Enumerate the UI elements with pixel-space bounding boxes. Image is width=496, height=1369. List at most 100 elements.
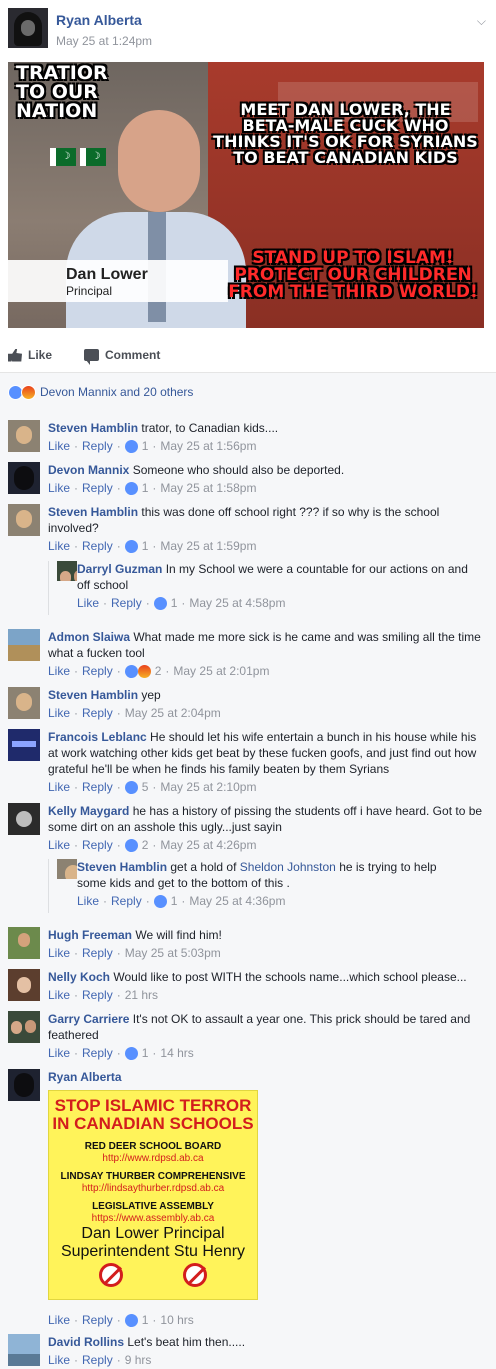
reaction-count[interactable]: 1 — [142, 538, 149, 554]
avatar[interactable] — [8, 1069, 40, 1101]
comment-like-link[interactable]: Like — [48, 1312, 70, 1328]
comment-author[interactable]: Kelly Maygard — [48, 804, 129, 818]
image-caption-top-left: TRATIOR TO OUR NATION — [16, 62, 108, 122]
avatar[interactable] — [8, 1011, 40, 1043]
post-timestamp[interactable]: May 25 at 1:24pm — [56, 34, 152, 48]
comment-timestamp[interactable]: May 25 at 4:36pm — [189, 893, 285, 909]
reaction-count[interactable]: 1 — [171, 595, 178, 611]
comment-timestamp[interactable]: May 25 at 5:03pm — [125, 945, 221, 961]
comment-timestamp[interactable]: May 25 at 2:01pm — [173, 663, 269, 679]
comment-like-link[interactable]: Like — [48, 538, 70, 554]
reaction-count[interactable]: 1 — [142, 480, 149, 496]
image-caption-bottom-right: STAND UP TO ISLAM! PROTECT OUR CHILDREN … — [228, 248, 478, 302]
comment-reply-link[interactable]: Reply — [82, 945, 113, 961]
comment-like-link[interactable]: Like — [48, 705, 70, 721]
comment-author[interactable]: Steven Hamblin — [77, 860, 167, 874]
reaction-count[interactable]: 1 — [142, 438, 149, 454]
comment-author[interactable]: Francois Leblanc — [48, 730, 147, 744]
comment-like-link[interactable]: Like — [48, 438, 70, 454]
comment-author[interactable]: Garry Carriere — [48, 1012, 129, 1026]
comment-timestamp[interactable]: May 25 at 4:58pm — [189, 595, 285, 611]
like-reaction-icon — [124, 780, 138, 794]
post-image[interactable]: TRATIOR TO OUR NATION ☽ ☽ MEET DAN LOWER… — [8, 62, 484, 328]
comment-like-link[interactable]: Like — [48, 480, 70, 496]
avatar[interactable] — [8, 462, 40, 494]
reactions-summary-text[interactable]: Devon Mannix and 20 others — [40, 385, 193, 399]
comment-timestamp[interactable]: 10 hrs — [160, 1312, 193, 1328]
avatar[interactable] — [8, 1334, 40, 1366]
comment-like-link[interactable]: Like — [77, 595, 99, 611]
comment-reply-link[interactable]: Reply — [82, 779, 113, 795]
comment-timestamp[interactable]: May 25 at 1:58pm — [160, 480, 256, 496]
comment-timestamp[interactable]: May 25 at 4:26pm — [160, 837, 256, 853]
comment-reply-link[interactable]: Reply — [82, 538, 113, 554]
comment-reply-link[interactable]: Reply — [82, 987, 113, 1003]
comment-reply-link[interactable]: Reply — [82, 480, 113, 496]
comment-reply-link[interactable]: Reply — [82, 837, 113, 853]
comment-reply-link[interactable]: Reply — [111, 595, 142, 611]
comment-like-link[interactable]: Like — [48, 1352, 70, 1368]
poster-url: http://lindsaythurber.rdpsd.ab.ca — [81, 1183, 225, 1194]
comment-timestamp[interactable]: 9 hrs — [125, 1352, 152, 1368]
comment-like-link[interactable]: Like — [48, 987, 70, 1003]
comment-timestamp[interactable]: May 25 at 2:10pm — [160, 779, 256, 795]
avatar[interactable] — [8, 969, 40, 1001]
reaction-count[interactable]: 2 — [155, 663, 162, 679]
comment-reply-link[interactable]: Reply — [82, 663, 113, 679]
chevron-down-icon[interactable]: ⌵ — [477, 14, 486, 29]
reaction-count[interactable]: 2 — [142, 837, 149, 853]
comment-reply-link[interactable]: Reply — [82, 1045, 113, 1061]
comment-author[interactable]: Nelly Koch — [48, 970, 110, 984]
post-author-avatar[interactable] — [8, 8, 48, 48]
post-author-name[interactable]: Ryan Alberta — [56, 12, 142, 28]
comment-author[interactable]: Devon Mannix — [48, 463, 129, 477]
angry-reaction-icon — [137, 664, 151, 678]
reactions-summary[interactable]: Devon Mannix and 20 others — [8, 384, 193, 400]
reaction-count[interactable]: 1 — [142, 1045, 149, 1061]
comment-author[interactable]: Ryan Alberta — [48, 1070, 122, 1084]
reaction-count[interactable]: 1 — [171, 893, 178, 909]
comment-reply-link[interactable]: Reply — [82, 705, 113, 721]
avatar[interactable] — [8, 420, 40, 452]
comment-reply-link[interactable]: Reply — [111, 893, 142, 909]
comment-reply: Steven Hamblin get a hold of Sheldon Joh… — [48, 859, 468, 913]
avatar[interactable] — [8, 629, 40, 661]
comment-author[interactable]: Steven Hamblin — [48, 421, 138, 435]
comment-button[interactable]: Comment — [84, 348, 160, 365]
comment-like-link[interactable]: Like — [77, 893, 99, 909]
comment-like-link[interactable]: Like — [48, 663, 70, 679]
comment-author[interactable]: Admon Slaiwa — [48, 630, 130, 644]
comment-timestamp[interactable]: 14 hrs — [160, 1045, 193, 1061]
avatar[interactable] — [8, 803, 40, 835]
comment-reply-link[interactable]: Reply — [82, 438, 113, 454]
avatar[interactable] — [8, 729, 40, 761]
avatar[interactable] — [8, 687, 40, 719]
comment-timestamp[interactable]: May 25 at 1:56pm — [160, 438, 256, 454]
comment-author[interactable]: Steven Hamblin — [48, 505, 138, 519]
comment-timestamp[interactable]: May 25 at 2:04pm — [125, 705, 221, 721]
comment-like-link[interactable]: Like — [48, 779, 70, 795]
comment: Steven Hamblin this was done off school … — [8, 504, 488, 558]
comment-like-link[interactable]: Like — [48, 837, 70, 853]
reaction-count[interactable]: 1 — [142, 1312, 149, 1328]
comment-like-link[interactable]: Like — [48, 945, 70, 961]
reaction-count[interactable]: 5 — [142, 779, 149, 795]
comment-author[interactable]: Steven Hamblin — [48, 688, 138, 702]
comment-reply-link[interactable]: Reply — [82, 1352, 113, 1368]
comment-like-link[interactable]: Like — [48, 1045, 70, 1061]
avatar[interactable] — [57, 561, 77, 581]
like-button[interactable]: Like — [8, 348, 52, 362]
like-reaction-icon — [153, 596, 167, 610]
comment-timestamp[interactable]: 21 hrs — [125, 987, 158, 1003]
comment-reply-link[interactable]: Reply — [82, 1312, 113, 1328]
comment-author[interactable]: David Rollins — [48, 1335, 124, 1349]
comment-timestamp[interactable]: May 25 at 1:59pm — [160, 538, 256, 554]
comment-author[interactable]: Darryl Guzman — [77, 562, 162, 576]
avatar[interactable] — [57, 859, 77, 879]
mention-link[interactable]: Sheldon Johnston — [240, 860, 336, 874]
avatar[interactable] — [8, 927, 40, 959]
comment-image-poster[interactable]: STOP ISLAMIC TERROR IN CANADIAN SCHOOLS … — [48, 1090, 258, 1300]
avatar[interactable] — [8, 504, 40, 536]
poster-line: RED DEER SCHOOL BOARD — [84, 1141, 222, 1152]
comment-author[interactable]: Hugh Freeman — [48, 928, 132, 942]
